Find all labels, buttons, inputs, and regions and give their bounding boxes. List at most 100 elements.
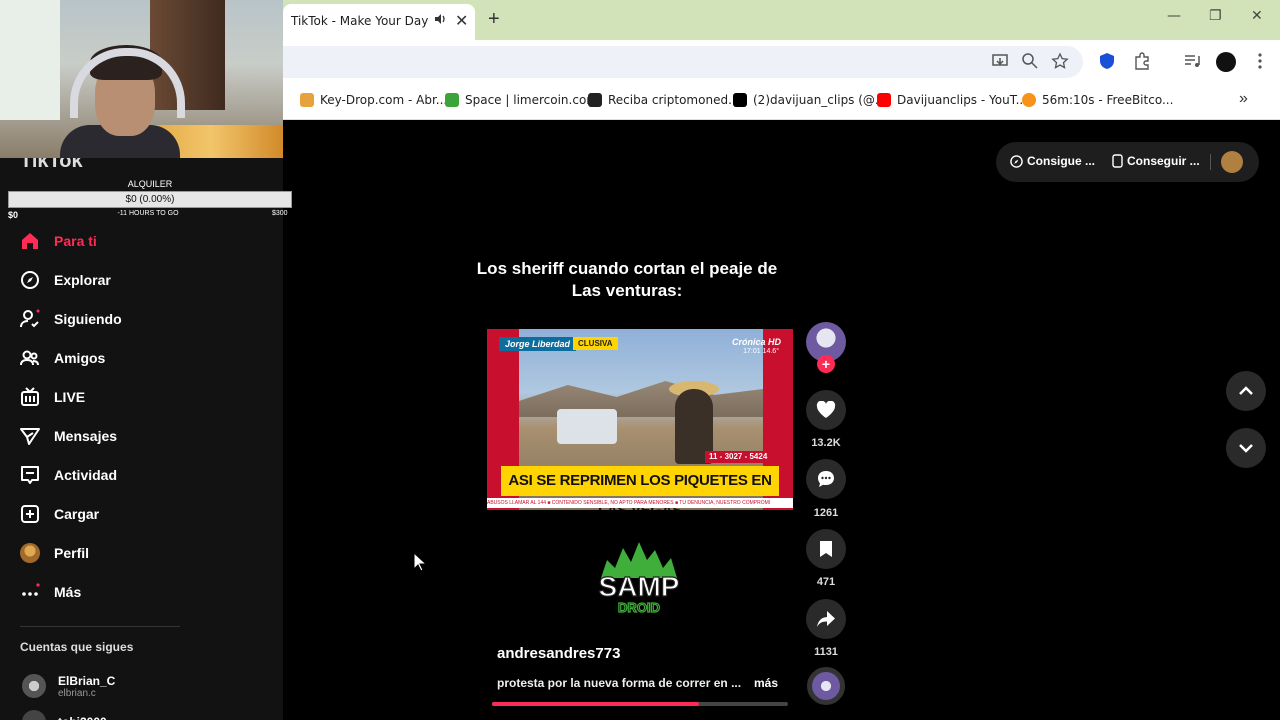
install-app-icon[interactable] [991, 52, 1009, 70]
live-icon [20, 387, 40, 407]
news-source-label: Jorge Liberdad [499, 337, 577, 351]
bookmarks-bar: Key-Drop.com - Abr... Space | limercoin.… [283, 82, 1280, 120]
zoom-icon[interactable] [1021, 52, 1039, 70]
goal-max: $300 [272, 210, 288, 217]
account-name: tobi2000 [58, 715, 107, 720]
sidebar-item-label: Mensajes [54, 428, 118, 444]
sidebar-item-cargar[interactable]: Cargar [20, 502, 99, 526]
close-tab-icon[interactable]: ✕ [455, 11, 468, 31]
samp-droid-logo: SAMP DROID [598, 542, 680, 616]
close-window-icon[interactable]: ✕ [1251, 8, 1263, 24]
sidebar-item-amigos[interactable]: Amigos [20, 346, 105, 370]
restore-icon[interactable]: ❐ [1209, 8, 1222, 24]
goal-time-left: -11 HOURS TO GO [117, 210, 179, 217]
sidebar-item-para-ti[interactable]: Para ti [20, 229, 97, 253]
logo-subtext: DROID [618, 600, 660, 615]
like-button[interactable] [806, 390, 846, 430]
goal-progress-bar: $0 (0.00%) [8, 191, 292, 208]
bookmark-item[interactable]: Space | limercoin.com [445, 92, 598, 108]
news-channel-logo: Crónica HD [731, 337, 781, 347]
share-button[interactable] [806, 599, 846, 639]
bookmark-item[interactable]: Key-Drop.com - Abr... [300, 92, 447, 108]
menu-kebab-icon[interactable] [1251, 52, 1269, 70]
puzzle-icon[interactable] [1133, 52, 1151, 70]
bookmark-item[interactable]: (2)davijuan_clips (@... [733, 92, 886, 108]
tiktok-icon [733, 93, 747, 107]
sidebar-item-actividad[interactable]: Actividad [20, 463, 117, 487]
video-progress-bar[interactable] [492, 702, 788, 706]
sidebar-item-mensajes[interactable]: Mensajes [20, 424, 117, 448]
video-caption: Los sheriff cuando cortan el peaje de La… [476, 259, 778, 300]
sidebar-item-live[interactable]: LIVE [20, 385, 85, 409]
sidebar-item-explorar[interactable]: Explorar [20, 268, 111, 292]
sidebar-item-label: Perfil [54, 545, 90, 561]
cube-icon [588, 93, 602, 107]
sidebar-item-perfil[interactable]: Perfil [20, 541, 89, 565]
follow-plus-icon[interactable]: + [817, 355, 835, 373]
video-player[interactable]: Jorge Liberdad CLUSIVA Crónica HD 17:01 … [487, 329, 793, 510]
shield-extension-icon[interactable] [1098, 52, 1116, 70]
upload-icon [20, 504, 40, 524]
browser-tab-strip: TikTok - Make Your Day ✕ + — ❐ ✕ [283, 0, 1280, 40]
followed-account[interactable]: tobi2000 [22, 706, 107, 720]
avatar[interactable] [1221, 151, 1243, 173]
video-scene [557, 409, 617, 444]
followed-account[interactable]: ElBrian_C elbrian.c [22, 670, 115, 702]
youtube-icon [877, 93, 891, 107]
video-description: protesta por la nueva forma de correr en… [497, 676, 742, 690]
more-icon [20, 582, 40, 602]
show-more-button[interactable]: más [754, 676, 778, 690]
bookmark-item[interactable]: Davijuanclips - YouT... [877, 92, 1027, 108]
account-handle: elbrian.c [58, 687, 96, 699]
news-clock: 17:01 14.6° [743, 348, 779, 355]
sidebar-item-label: LIVE [54, 389, 86, 405]
goal-min: $0 [8, 210, 19, 220]
get-coins-button[interactable]: Consigue ... [1010, 154, 1095, 168]
phone-icon [1112, 154, 1123, 168]
chevron-down-icon [1239, 444, 1253, 453]
get-app-button[interactable]: Conseguir ... [1112, 154, 1200, 168]
video-progress-fill [492, 702, 700, 706]
next-video-button[interactable] [1226, 428, 1266, 468]
bookmarks-overflow-icon[interactable]: » [1239, 90, 1248, 108]
news-ticker: ABUSOS LLAMAR AL 144 ■ CONTENIDO SENSIBL… [487, 498, 793, 508]
screen: TikTok - Make Your Day ✕ + — ❐ ✕ Key-Dro… [0, 0, 1280, 720]
sidebar-item-label: Cargar [54, 506, 100, 522]
comment-button[interactable] [806, 459, 846, 499]
following-icon [20, 309, 40, 329]
logo-text: SAMP [599, 571, 680, 602]
keydrop-icon [300, 93, 314, 107]
video-author[interactable]: andresandres773 [497, 645, 620, 662]
minimize-icon[interactable]: — [1167, 8, 1181, 24]
tab-title: TikTok - Make Your Day [291, 14, 429, 28]
previous-video-button[interactable] [1226, 371, 1266, 411]
share-icon [817, 611, 835, 627]
home-icon [20, 231, 40, 251]
friends-icon [20, 348, 40, 368]
address-bar[interactable] [283, 46, 1083, 78]
bookmark-icon [820, 541, 832, 557]
profile-avatar [20, 543, 40, 563]
save-button[interactable] [806, 529, 846, 569]
like-count: 13.2K [811, 437, 841, 449]
goal-label: ALQUILER [127, 179, 173, 189]
media-control-icon[interactable] [1183, 52, 1201, 70]
following-accounts-title: Cuentas que sigues [20, 640, 134, 654]
bookmark-item[interactable]: Reciba criptomoned... [588, 92, 740, 108]
new-tab-icon[interactable]: + [488, 8, 500, 31]
webcam-background [0, 0, 60, 120]
account-name: ElBrian_C [58, 673, 116, 688]
sidebar-item-siguiendo[interactable]: Siguiendo [20, 307, 122, 331]
music-disc-icon[interactable] [807, 667, 845, 705]
sidebar-item-mas[interactable]: Más [20, 580, 81, 604]
comment-count: 1261 [813, 507, 839, 519]
sidebar-item-label: Actividad [54, 467, 118, 483]
profile-avatar-icon[interactable] [1216, 52, 1236, 72]
bookmark-star-icon[interactable] [1051, 52, 1069, 70]
browser-toolbar [283, 40, 1280, 82]
speaker-icon[interactable] [433, 12, 447, 26]
browser-tab[interactable]: TikTok - Make Your Day ✕ [283, 4, 475, 40]
activity-icon [20, 465, 40, 485]
bookmark-item[interactable]: 56m:10s - FreeBitco... [1022, 92, 1173, 108]
news-headline: ASI SE REPRIMEN LOS PIQUETES EN LAS VEGA… [501, 466, 779, 510]
